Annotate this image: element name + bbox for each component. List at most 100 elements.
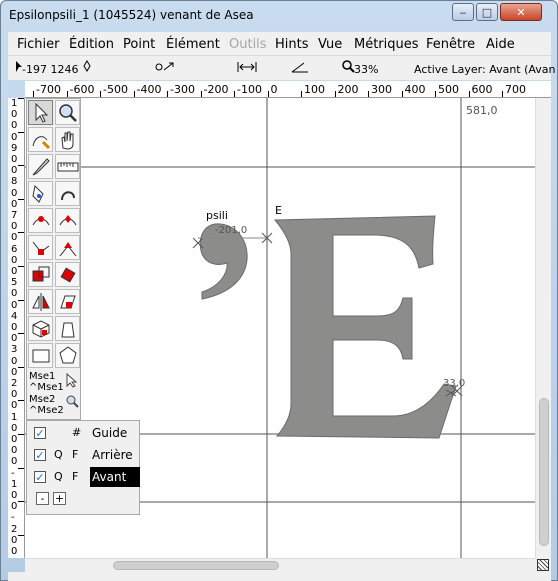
epsilon-shape[interactable]	[273, 215, 457, 439]
layer-row-guide[interactable]: ✓ # Guide	[27, 422, 139, 444]
layer-name[interactable]: Guide	[90, 423, 140, 443]
layer-row-avant[interactable]: ✓ Q F Avant	[27, 466, 140, 488]
magnify-tool-button[interactable]	[55, 100, 80, 125]
freehand-tool-button[interactable]	[28, 127, 53, 152]
ruler-label: 200	[337, 83, 359, 96]
layer-visible-checkbox[interactable]: ✓	[34, 427, 46, 439]
menu-element[interactable]: Élément	[166, 37, 220, 52]
hv-curve-point-tool-button[interactable]	[55, 208, 80, 233]
zoom-icon	[342, 60, 355, 73]
horizontal-scroll-thumb[interactable]	[113, 561, 279, 570]
fill-toggle[interactable]: F	[72, 470, 78, 483]
title-bar[interactable]: Epsilonpsili_1 (1045524) venant de Asea …	[1, 1, 557, 31]
layer-visible-checkbox[interactable]: ✓	[34, 449, 46, 461]
scroll-hand-tool-button[interactable]	[55, 127, 80, 152]
flip-tool-icon	[32, 292, 50, 311]
add-layer-button[interactable]: +	[53, 492, 66, 505]
ruler-label: 0	[11, 355, 18, 367]
menu-metriques[interactable]: Métriques	[354, 37, 419, 52]
ruler-label: 300	[371, 83, 392, 96]
layer-name[interactable]: Avant	[90, 467, 140, 487]
layer-row-arriere[interactable]: ✓ Q F Arrière	[27, 444, 139, 466]
vertical-scroll-thumb[interactable]	[539, 398, 549, 546]
rectangle-tool-icon	[32, 349, 50, 362]
pen-tool-icon	[32, 184, 44, 203]
close-button[interactable]: ✕	[500, 3, 542, 21]
ruler-label: 2	[11, 523, 18, 535]
ruler-label: 0	[11, 322, 18, 333]
ruler-tick	[18, 534, 24, 536]
hv-curve-point-tool-icon	[59, 214, 77, 225]
ruler-tick	[18, 266, 24, 267]
curve-point-tool-button[interactable]	[28, 208, 53, 233]
ruler-label: -100	[237, 83, 262, 96]
perspective-tool-icon	[61, 322, 75, 337]
menu-hints[interactable]: Hints	[275, 37, 309, 52]
knife-tool-button[interactable]	[28, 154, 53, 179]
menu-vue[interactable]: Vue	[318, 37, 342, 52]
horizontal-scrollbar[interactable]	[25, 558, 535, 572]
tangent-point-tool-button[interactable]	[55, 235, 80, 260]
remove-layer-button[interactable]: -	[36, 492, 49, 505]
maximize-button[interactable]: □	[476, 3, 498, 21]
mouse2-label: Mse2	[29, 394, 56, 405]
quadratic-toggle[interactable]: Q	[54, 448, 63, 461]
rotate-3d-tool-button[interactable]	[28, 316, 53, 341]
fill-toggle[interactable]: F	[72, 448, 78, 461]
minimize-button[interactable]: ‒	[452, 3, 474, 21]
menu-point[interactable]: Point	[123, 37, 155, 52]
flip-tool-button[interactable]	[28, 289, 53, 314]
quadratic-toggle[interactable]: Q	[54, 470, 63, 483]
ruler-label: -	[11, 512, 15, 524]
ruler-tick	[33, 91, 34, 97]
ruler-tick	[267, 91, 269, 97]
ruler-tick	[18, 366, 24, 368]
layer-visible-checkbox[interactable]: ✓	[34, 471, 46, 483]
horizontal-ruler: -700 -600 -500 -400 -300 -200 -100 0 100 200 300 40…	[25, 81, 551, 98]
ruler-label: 4	[11, 310, 18, 322]
vertical-scrollbar[interactable]	[535, 98, 551, 558]
ruler-label: 0	[11, 490, 18, 501]
pointer-tool-icon	[35, 102, 49, 123]
minimize-icon: ‒	[459, 5, 467, 19]
e-name-label: E	[275, 204, 282, 217]
tangent-point-tool-icon	[59, 241, 77, 256]
skew-tool-button[interactable]	[55, 289, 80, 314]
bottom-border	[8, 572, 551, 581]
point-marker-icon	[83, 60, 91, 72]
ruler-label: 5	[11, 277, 18, 289]
ruler-tick	[18, 165, 24, 167]
rectangle-tool-button[interactable]	[28, 343, 53, 368]
pointer-tool-button[interactable]	[28, 100, 53, 125]
menu-fichier[interactable]: Fichier	[17, 37, 60, 52]
ruler-label: 700	[505, 83, 526, 96]
spiro-tool-button[interactable]	[55, 181, 80, 206]
mouse2-tool-icon	[66, 395, 79, 408]
ruler-label: -	[11, 467, 15, 479]
layer-name[interactable]: Arrière	[90, 445, 140, 465]
ruler-tick	[368, 91, 369, 97]
mouse1-tool-icon	[66, 372, 78, 388]
pen-tool-button[interactable]	[28, 181, 53, 206]
skew-tool-icon	[60, 295, 76, 308]
ruler-tool-button[interactable]	[55, 154, 80, 179]
scale-tool-button[interactable]	[28, 262, 53, 287]
angle-icon	[291, 62, 308, 73]
ruler-label: 0	[11, 333, 18, 345]
perspective-tool-button[interactable]	[55, 316, 80, 341]
menu-edition[interactable]: Édition	[69, 37, 114, 52]
polygon-tool-button[interactable]	[55, 343, 80, 368]
corner-point-tool-button[interactable]	[28, 235, 53, 260]
rotate-tool-button[interactable]	[55, 262, 80, 287]
menu-outils[interactable]: Outils	[229, 37, 267, 52]
ruler-label: -300	[170, 83, 195, 96]
ruler-label: 0	[11, 266, 18, 277]
menu-aide[interactable]: Aide	[486, 37, 515, 52]
ruler-label: 0	[11, 400, 18, 412]
resize-grip[interactable]	[535, 558, 551, 572]
menu-fenetre[interactable]: Fenêtre	[426, 37, 475, 52]
rotate-3d-tool-icon	[32, 319, 50, 338]
ruler-label: -600	[69, 83, 95, 96]
ruler-tick	[18, 434, 24, 435]
info-bar: -197 1246 33% Active Layer: Avant (Avan	[8, 56, 556, 80]
